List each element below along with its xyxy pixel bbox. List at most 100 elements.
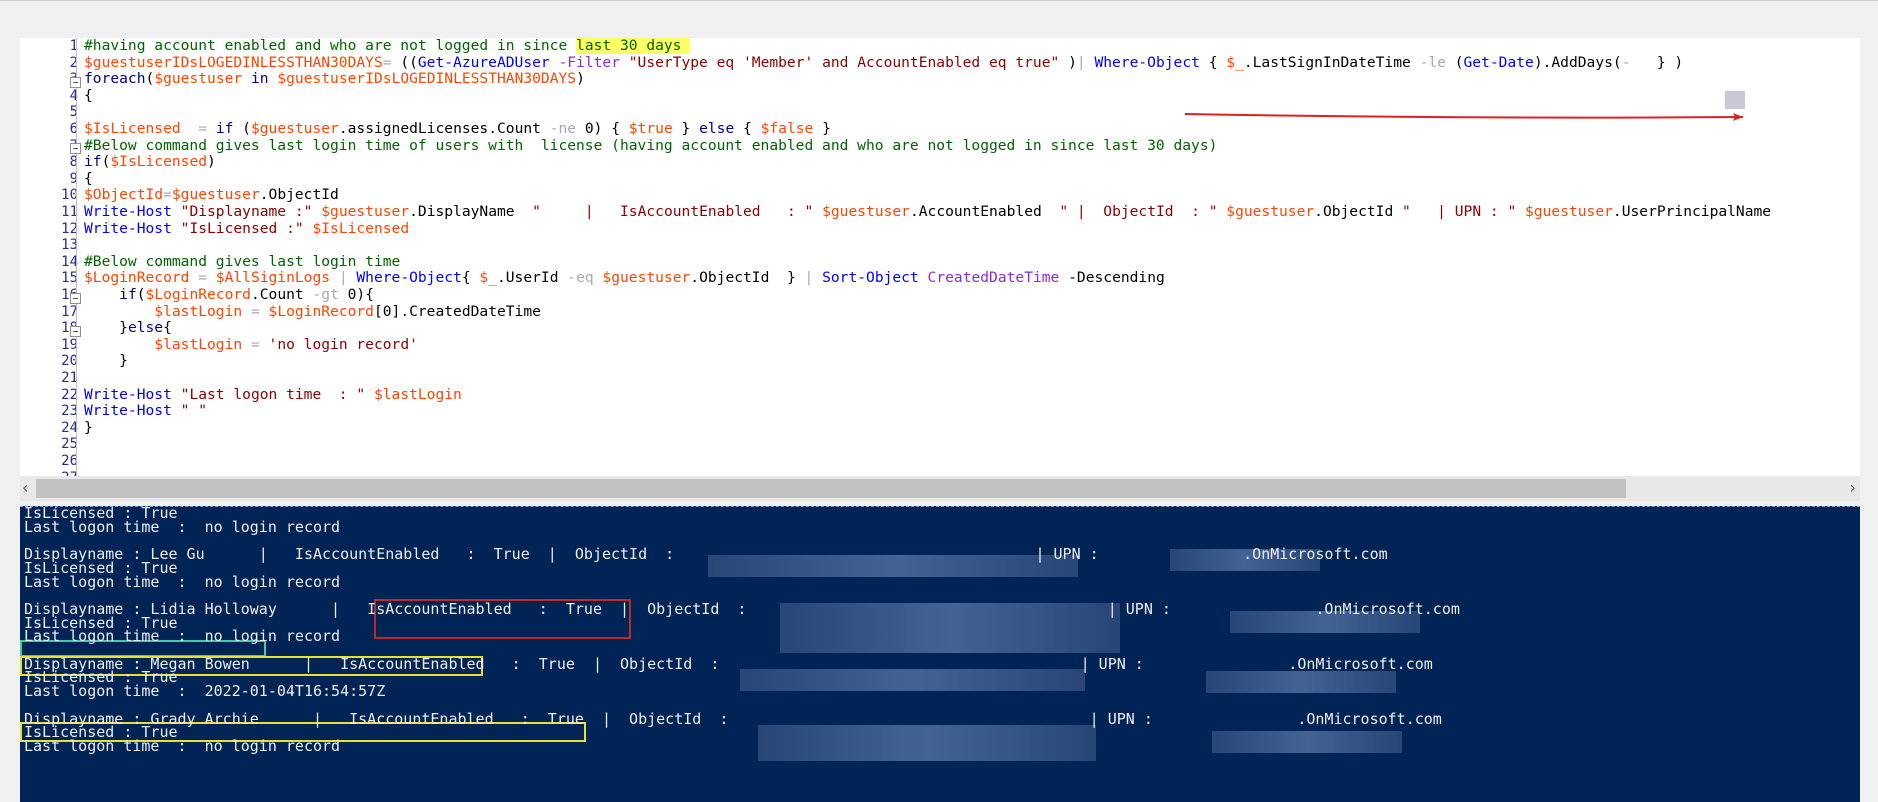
- code-token: |: [330, 269, 357, 287]
- code-line[interactable]: if($LoginRecord.Count -gt 0){: [84, 286, 374, 304]
- code-token: =: [242, 302, 269, 320]
- console-line: Displayname : Megan Bowen | IsAccountEna…: [24, 654, 1433, 673]
- code-token: Get-AzureADUser: [417, 53, 550, 71]
- code-token: }: [672, 120, 700, 137]
- code-line[interactable]: $lastLogin = 'no login record': [84, 335, 418, 354]
- console-line: Last logon time : 2022-01-04T16:54:57Z: [24, 682, 386, 701]
- code-line[interactable]: foreach($guestuser in $guestuserIDsLOGED…: [84, 70, 585, 88]
- code-token: $guestuser: [250, 120, 339, 137]
- code-line[interactable]: Write-Host "Displayname :" $guestuser.Di…: [84, 203, 1771, 221]
- collapse-icon[interactable]: [70, 77, 81, 88]
- console-line: Displayname : Lidia Holloway | IsAccount…: [24, 599, 1460, 618]
- code-token: " ": [171, 402, 208, 420]
- code-line[interactable]: }: [84, 418, 93, 437]
- code-token: #Below command gives last login time: [84, 252, 401, 270]
- code-line[interactable]: $lastLogin = $LoginRecord[0].CreatedDate…: [84, 302, 541, 321]
- code-token: 0) {: [576, 120, 629, 137]
- code-token: }: [84, 319, 128, 337]
- code-area[interactable]: #having account enabled and who are not …: [84, 38, 1860, 476]
- console-line: Last logon time : no login record: [24, 572, 341, 591]
- redacted-value: [1725, 91, 1745, 109]
- code-token: $guestuser: [813, 203, 910, 220]
- code-token: Write-Host: [84, 402, 172, 420]
- code-token: $_: [479, 269, 497, 287]
- code-token: $lastLogin: [365, 385, 462, 403]
- code-token: $IsLicensed: [303, 219, 410, 237]
- line-number: 17: [61, 303, 78, 320]
- code-line[interactable]: if($IsLicensed): [84, 153, 216, 171]
- console-line: Displayname : Grady Archie | IsAccountEn…: [24, 709, 1442, 728]
- code-token: 'no login record': [268, 335, 418, 353]
- code-token: |: [804, 269, 823, 287]
- console-line: Last logon time : no login record: [24, 627, 341, 646]
- code-line[interactable]: Write-Host "Last logon time : " $lastLog…: [84, 385, 462, 404]
- code-line[interactable]: #having account enabled and who are not …: [84, 38, 691, 55]
- code-token: $lastLogin: [154, 302, 243, 320]
- code-token: if: [215, 120, 234, 137]
- code-line[interactable]: $ObjectId=$guestuser.ObjectId: [84, 187, 339, 204]
- red-arrow-annotation: [1184, 113, 1744, 121]
- code-line[interactable]: Write-Host "IsLicensed :" $IsLicensed: [84, 219, 410, 238]
- scrollbar-thumb[interactable]: [36, 479, 1626, 498]
- code-line[interactable]: $guestuserIDsLOGEDINLESSTHAN30DAYS= ((Ge…: [84, 53, 1683, 72]
- code-token: {: [1199, 53, 1227, 71]
- code-token: foreach: [84, 70, 146, 88]
- collapse-icon[interactable]: [70, 326, 81, 337]
- console-line: Last logon time : no login record: [24, 517, 341, 536]
- code-token: $guestuser: [154, 70, 243, 88]
- line-number-gutter: 1234567891011121314151617181920212223242…: [20, 38, 78, 476]
- line-number: 5: [69, 104, 78, 121]
- line-number: 11: [61, 204, 78, 220]
- code-line[interactable]: {: [84, 87, 93, 105]
- line-number: 25: [61, 436, 78, 453]
- code-token: .Count: [250, 286, 313, 303]
- code-token: $AllSiginLogs: [215, 269, 331, 287]
- code-token: }: [84, 418, 93, 436]
- code-token: .ObjectId: [259, 186, 339, 204]
- code-token: $guestuserIDsLOGEDINLESSTHAN30DAYS: [84, 53, 383, 71]
- scroll-right-icon[interactable]: ›: [1850, 478, 1856, 497]
- fold-guide: [76, 38, 77, 476]
- line-number: 13: [61, 237, 78, 254]
- code-token: $ObjectId: [84, 186, 164, 204]
- code-token: Where-Object: [1085, 53, 1200, 71]
- line-number: 20: [61, 353, 78, 370]
- window-top-strip: [0, 0, 1878, 39]
- code-line[interactable]: $IsLicensed = if ($guestuser.assignedLic…: [84, 120, 831, 138]
- line-number: 14: [61, 253, 78, 270]
- code-token: =: [180, 120, 216, 137]
- collapse-icon[interactable]: [70, 293, 81, 304]
- code-token: in: [242, 70, 278, 88]
- script-editor-pane[interactable]: 1234567891011121314151617181920212223242…: [20, 38, 1860, 476]
- code-token: (: [233, 120, 251, 137]
- code-line[interactable]: }else{: [84, 319, 172, 337]
- code-token: #having account enabled and who are not …: [84, 38, 577, 54]
- code-token: "Last logon time : ": [171, 385, 366, 403]
- code-token: -Descending: [1059, 269, 1165, 287]
- code-token: if: [84, 153, 102, 171]
- code-token: ((: [391, 53, 418, 71]
- line-number: 21: [61, 370, 78, 386]
- scroll-left-icon[interactable]: ‹: [22, 478, 28, 497]
- console-output-pane[interactable]: IsLicensed : True Last logon time : no lo…: [20, 506, 1860, 802]
- code-token: .DisplayName: [409, 203, 524, 220]
- horizontal-scrollbar[interactable]: ‹ ›: [20, 476, 1860, 501]
- code-line[interactable]: #Below command gives last login time of …: [84, 137, 1217, 155]
- code-line[interactable]: Write-Host " ": [84, 402, 208, 420]
- line-number: 23: [61, 403, 78, 420]
- code-token: $guestuser: [171, 186, 260, 204]
- code-line[interactable]: $LoginRecord = $AllSiginLogs | Where-Obj…: [84, 270, 1165, 287]
- code-line[interactable]: }: [84, 353, 128, 370]
- code-token: last 30 days: [576, 38, 691, 54]
- code-token: $lastLogin: [154, 335, 243, 353]
- code-token: Get-Date: [1463, 53, 1534, 71]
- code-token: [0].CreatedDateTime: [373, 302, 541, 320]
- collapse-icon[interactable]: [70, 143, 81, 154]
- code-line[interactable]: {: [84, 170, 93, 188]
- code-token: =: [189, 269, 216, 287]
- code-token: -Filter: [549, 53, 620, 71]
- code-token: (: [1445, 53, 1464, 71]
- code-token: -gt: [312, 286, 339, 303]
- code-line[interactable]: #Below command gives last login time: [84, 252, 401, 271]
- code-token: }: [84, 352, 128, 370]
